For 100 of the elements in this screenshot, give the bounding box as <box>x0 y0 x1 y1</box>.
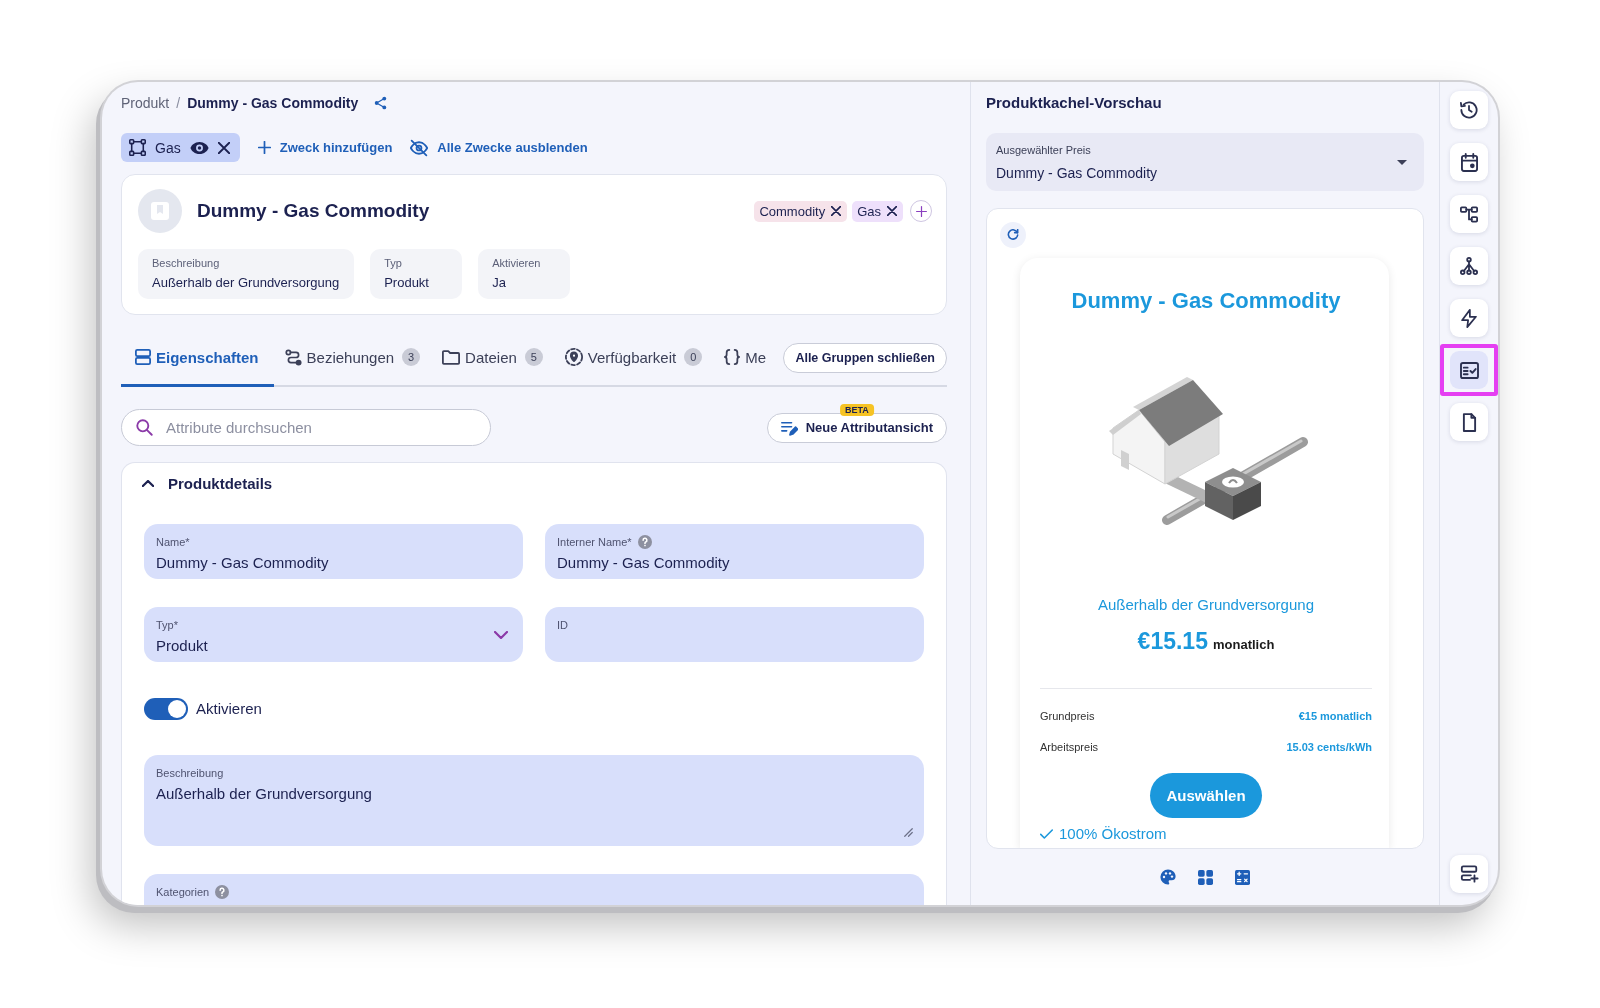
tab[interactable]: Me <box>713 330 769 387</box>
eye-off-icon <box>410 138 429 157</box>
tab[interactable]: Verfügbarkeit 0 <box>553 330 714 387</box>
lightning-button[interactable] <box>1450 299 1488 337</box>
rows-plus-icon[interactable] <box>1459 865 1479 883</box>
grid-icon[interactable] <box>1198 869 1213 885</box>
select-field[interactable]: Typ* Produkt <box>144 607 523 662</box>
vector-square-icon <box>129 139 146 156</box>
field-label: Interner Name* <box>557 535 632 548</box>
file-button[interactable] <box>1450 403 1488 441</box>
refresh-button[interactable] <box>1000 222 1026 248</box>
calculator-icon[interactable] <box>1235 869 1250 885</box>
breadcrumb-separator: / <box>176 95 181 111</box>
info-value: Außerhalb der Grundversorgung <box>152 275 340 290</box>
price-select[interactable]: Ausgewählter Preis Dummy - Gas Commodity <box>986 133 1424 191</box>
field-label: Name* <box>156 535 190 548</box>
info-value: Ja <box>492 275 507 290</box>
price-value: 15.03 cents/kWh <box>1286 741 1372 753</box>
field-label: Typ* <box>156 618 178 631</box>
notes-edit-icon <box>780 419 798 436</box>
category-tag[interactable]: Commodity <box>754 200 848 222</box>
calendar-button[interactable] <box>1450 143 1488 181</box>
close-icon[interactable] <box>217 141 230 154</box>
caret-down-icon <box>1397 159 1407 165</box>
purpose-chip[interactable]: Gas <box>121 133 240 162</box>
feature-text: 100% Ökostrom <box>1059 825 1167 842</box>
network-icon[interactable] <box>1460 257 1478 275</box>
history-button[interactable] <box>1450 91 1488 129</box>
breadcrumb-item: Dummy - Gas Commodity <box>187 95 359 111</box>
hierarchy-icon[interactable] <box>1460 205 1478 223</box>
checklist-icon[interactable] <box>1459 361 1479 379</box>
field-value: Dummy - Gas Commodity <box>996 164 1158 181</box>
breadcrumb-item[interactable]: Produkt <box>121 95 170 111</box>
field-label: Ausgewählter Preis <box>996 143 1091 156</box>
input-field[interactable]: Name* Dummy - Gas Commodity <box>144 524 523 579</box>
rows-icon <box>135 349 151 365</box>
lightning-icon[interactable] <box>1461 308 1477 328</box>
plus-icon <box>915 205 927 217</box>
eye-icon[interactable] <box>189 140 209 155</box>
hierarchy-button[interactable] <box>1450 195 1488 233</box>
history-icon[interactable] <box>1460 101 1478 119</box>
add-purpose-link[interactable]: Zweck hinzufügen <box>257 140 393 155</box>
field-label: ID <box>557 618 568 631</box>
info-label: Aktivieren <box>492 257 542 269</box>
tab[interactable]: Dateien 5 <box>431 330 554 387</box>
hide-purposes-link[interactable]: Alle Zwecke ausblenden <box>410 138 588 157</box>
field-label: Kategorien <box>156 885 210 898</box>
location-target-icon <box>564 348 583 366</box>
section-header[interactable]: Produktdetails <box>142 463 273 503</box>
chevron-down-icon <box>494 631 508 639</box>
search-icon <box>136 419 153 436</box>
toggle-label: Aktivieren <box>196 700 262 717</box>
folder-icon <box>442 349 461 365</box>
tile-title: Dummy - Gas Commodity <box>1071 288 1341 314</box>
share-icon[interactable] <box>374 96 388 110</box>
input-field[interactable]: Interner Name* Dummy - Gas Commodity <box>545 524 924 579</box>
resize-handle-icon <box>904 828 913 837</box>
close-icon[interactable] <box>887 206 897 216</box>
price-period: monatlich <box>1212 637 1275 652</box>
check-icon <box>1040 828 1053 839</box>
collapse-groups-button[interactable]: Alle Gruppen schließen <box>783 342 947 373</box>
field-value: Außerhalb der Grundversorgung <box>156 784 373 804</box>
network-button[interactable] <box>1450 247 1488 285</box>
price-value: €15 monatlich <box>1298 710 1372 722</box>
braces-icon <box>724 349 741 365</box>
field-value: Dummy - Gas Commodity <box>156 553 330 573</box>
tab[interactable]: Eigenschaften <box>121 330 274 387</box>
route-icon <box>284 348 302 366</box>
new-attribute-view-button[interactable]: Neue Attributansicht <box>766 412 947 443</box>
add-tag-button[interactable] <box>910 200 932 222</box>
close-icon[interactable] <box>831 206 842 216</box>
price-label: Grundpreis <box>1040 710 1095 722</box>
field-value: Produkt <box>156 636 209 656</box>
textarea-field[interactable]: Beschreibung Außerhalb der Grundversorgung <box>144 755 924 846</box>
multiselect-field[interactable]: Kategorien <box>144 874 924 905</box>
checklist-button[interactable] <box>1450 351 1488 389</box>
product-placeholder-icon <box>138 189 182 233</box>
palette-icon[interactable] <box>1160 869 1176 885</box>
file-icon[interactable] <box>1461 412 1477 432</box>
panel-title: Produktkachel-Vorschau <box>986 92 1162 113</box>
info-label: Beschreibung <box>152 257 221 269</box>
price-label: Arbeitspreis <box>1040 741 1099 753</box>
count-badge: 3 <box>402 348 421 366</box>
count-badge: 5 <box>524 348 543 366</box>
field-value: Dummy - Gas Commodity <box>557 553 731 573</box>
product-title: Dummy - Gas Commodity <box>197 200 430 222</box>
calendar-icon[interactable] <box>1460 152 1478 172</box>
input-field[interactable]: ID <box>545 607 924 662</box>
price-amount: €15.15 <box>1137 628 1208 655</box>
add-row-button[interactable] <box>1450 855 1488 893</box>
count-badge: 0 <box>684 348 703 366</box>
field-label: Beschreibung <box>156 766 224 779</box>
category-tag[interactable]: Gas <box>852 200 903 222</box>
tab[interactable]: Beziehungen 3 <box>273 330 432 387</box>
beta-badge: BETA <box>839 403 874 416</box>
info-label: Typ <box>384 257 403 269</box>
tile-subtitle: Außerhalb der Grundversorgung <box>1098 595 1314 615</box>
toggle-switch[interactable] <box>144 697 188 720</box>
refresh-icon <box>1007 229 1019 241</box>
info-value: Produkt <box>384 275 430 290</box>
